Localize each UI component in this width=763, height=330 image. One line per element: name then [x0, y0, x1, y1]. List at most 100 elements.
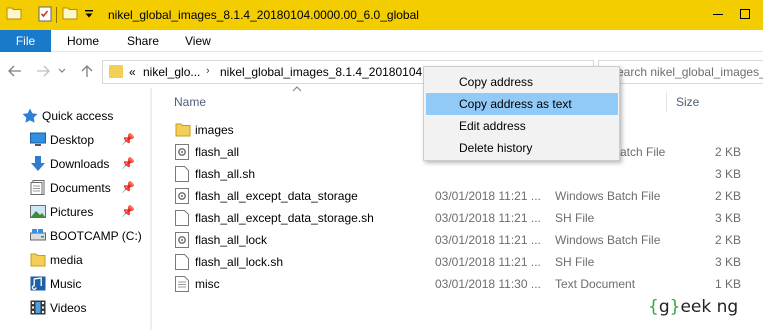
file-date: 03/01/2018 11:30 ...: [435, 277, 541, 291]
file-size: 2 KB: [714, 189, 741, 203]
file-row-misc[interactable]: misc 03/01/2018 11:30 ... Text Document …: [170, 273, 763, 295]
search-input[interactable]: Search nikel_global_images_8...: [598, 60, 763, 84]
pin-icon[interactable]: 📌: [121, 205, 135, 218]
watermark-brace-open: {: [648, 297, 659, 317]
tab-home[interactable]: Home: [67, 34, 99, 48]
back-icon[interactable]: [6, 62, 24, 80]
column-header-name[interactable]: Name: [174, 95, 206, 109]
documents-icon: [30, 180, 46, 195]
navigation-pane-divider[interactable]: [150, 88, 152, 330]
new-folder-icon[interactable]: [62, 6, 78, 20]
music-icon: [30, 276, 46, 291]
menu-item-edit-address[interactable]: Edit address: [426, 115, 618, 137]
download-icon: [30, 156, 46, 171]
file-type: Windows Batch File: [555, 233, 661, 247]
file-name: flash_all.sh: [195, 167, 256, 181]
properties-icon[interactable]: [38, 6, 52, 22]
sidebar-item-documents[interactable]: Documents 📌: [0, 177, 150, 199]
sort-ascending-icon: [292, 84, 302, 94]
watermark-brace-close: }: [669, 297, 681, 317]
batch-file-icon: [175, 144, 189, 160]
file-date: 03/01/2018 11:21 ...: [435, 189, 541, 203]
file-date: 03/01/2018 11:21 ...: [435, 255, 541, 269]
file-size: 3 KB: [714, 211, 741, 225]
pin-icon[interactable]: 📌: [121, 181, 135, 194]
breadcrumb-parent[interactable]: nikel_glo...: [143, 65, 200, 79]
sidebar-item-label: Downloads: [50, 157, 110, 171]
pin-icon[interactable]: 📌: [121, 157, 135, 170]
sidebar-item-label: Documents: [50, 181, 111, 195]
sidebar-item-videos[interactable]: Videos: [0, 297, 150, 319]
sidebar-item-media[interactable]: media: [0, 249, 150, 271]
videos-icon: [30, 300, 46, 315]
file-row-flash-all-sh[interactable]: flash_all.sh 3 KB: [170, 163, 763, 185]
file-row-flash-all-lock-sh[interactable]: flash_all_lock.sh 03/01/2018 11:21 ... S…: [170, 251, 763, 273]
file-row-flash-all-lock[interactable]: flash_all_lock 03/01/2018 11:21 ... Wind…: [170, 229, 763, 251]
tab-view[interactable]: View: [185, 34, 211, 48]
menu-item-label: Edit address: [459, 119, 526, 133]
file-name: flash_all_except_data_storage: [195, 189, 358, 203]
file-name: flash_all: [195, 145, 240, 159]
address-context-menu: Copy address Copy address as text Edit a…: [423, 66, 620, 161]
file-name: misc: [195, 277, 220, 291]
minimize-icon[interactable]: [705, 0, 731, 28]
sidebar-item-music[interactable]: Music: [0, 273, 150, 295]
menu-item-copy-address-as-text[interactable]: Copy address as text: [426, 93, 618, 115]
file-icon: [175, 254, 189, 270]
sidebar-item-label: Music: [50, 277, 82, 291]
sidebar-item-label: Quick access: [42, 109, 114, 123]
file-type: SH File: [555, 255, 595, 269]
file-icon: [175, 166, 189, 182]
pin-icon[interactable]: 📌: [121, 133, 135, 146]
customize-toolbar-icon[interactable]: [84, 9, 94, 19]
sidebar-item-label: Videos: [50, 301, 87, 315]
watermark-letter: g: [658, 297, 670, 317]
text-file-icon: [175, 276, 189, 292]
file-date: 03/01/2018 11:21 ...: [435, 211, 541, 225]
forward-icon[interactable]: [34, 62, 52, 80]
toolbar-separator: [56, 7, 57, 23]
pictures-icon: [30, 204, 46, 219]
search-placeholder: Search nikel_global_images_8...: [609, 65, 763, 79]
sidebar-item-label: media: [50, 253, 83, 267]
window-title: nikel_global_images_8.1.4_20180104.0000.…: [108, 8, 419, 22]
address-overflow[interactable]: «: [129, 65, 136, 79]
sidebar-item-quick-access[interactable]: Quick access: [0, 105, 150, 127]
up-icon[interactable]: [78, 62, 96, 80]
recent-locations-icon[interactable]: [57, 62, 67, 80]
column-header-size[interactable]: Size: [676, 95, 699, 109]
sidebar-item-pictures[interactable]: Pictures 📌: [0, 201, 150, 223]
batch-file-icon: [175, 232, 189, 248]
file-name: flash_all_lock: [195, 233, 268, 247]
file-name: images: [195, 123, 234, 137]
file-date: 03/01/2018 11:21 ...: [435, 233, 541, 247]
sidebar-item-downloads[interactable]: Downloads 📌: [0, 153, 150, 175]
file-size: 3 KB: [714, 167, 741, 181]
tab-file[interactable]: File: [0, 30, 51, 52]
chevron-right-icon[interactable]: ›: [206, 65, 210, 77]
sidebar-item-label: Desktop: [50, 133, 95, 147]
file-icon: [175, 210, 189, 226]
tab-share[interactable]: Share: [127, 34, 159, 48]
maximize-icon[interactable]: [732, 0, 758, 28]
file-row-flash-all-except-data-storage-sh[interactable]: flash_all_except_data_storage.sh 03/01/2…: [170, 207, 763, 229]
menu-item-label: Copy address as text: [459, 97, 572, 111]
star-icon: [22, 108, 38, 123]
file-type: Text Document: [555, 277, 636, 291]
menu-item-copy-address[interactable]: Copy address: [426, 71, 618, 93]
sidebar-item-desktop[interactable]: Desktop 📌: [0, 129, 150, 151]
navigation-pane: Quick access Desktop 📌 Downloads 📌 Docum…: [0, 88, 150, 330]
sidebar-item-label: BOOTCAMP (C:): [50, 229, 142, 243]
sidebar-item-bootcamp[interactable]: BOOTCAMP (C:): [0, 225, 150, 247]
file-name: flash_all_lock.sh: [195, 255, 284, 269]
menu-item-label: Delete history: [459, 141, 533, 155]
column-divider[interactable]: [666, 92, 667, 112]
watermark-text: eek ng: [680, 297, 739, 317]
file-size: 3 KB: [714, 255, 741, 269]
file-size: 2 KB: [714, 145, 741, 159]
folder-icon: [109, 65, 123, 78]
file-row-flash-all-except-data-storage[interactable]: flash_all_except_data_storage 03/01/2018…: [170, 185, 763, 207]
navigation-bar: « nikel_glo... › nikel_global_images_8.1…: [0, 52, 763, 88]
file-type: SH File: [555, 211, 595, 225]
menu-item-delete-history[interactable]: Delete history: [426, 137, 618, 159]
